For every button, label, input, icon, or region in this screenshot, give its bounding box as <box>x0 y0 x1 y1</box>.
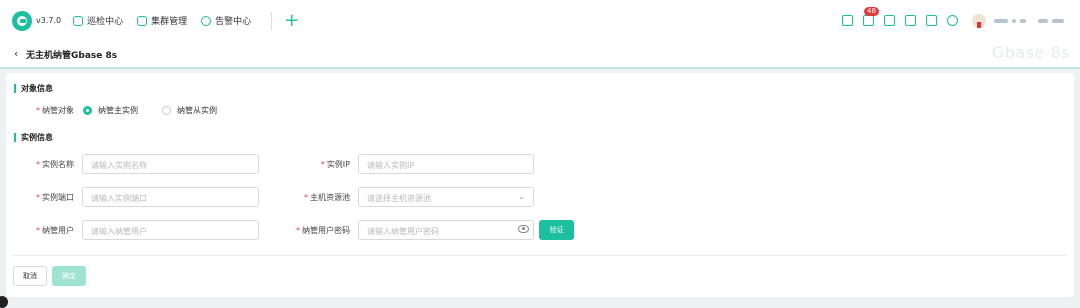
page-watermark: Gbase 8s <box>991 43 1070 62</box>
cancel-button[interactable]: 取消 <box>13 266 47 286</box>
nav-item-label: 巡检中心 <box>87 17 124 27</box>
nav-item-cluster[interactable]: 集群管理 <box>137 14 187 27</box>
footer-divider <box>12 255 1066 256</box>
plus-icon[interactable]: + <box>271 11 299 30</box>
verify-button[interactable]: 验证 <box>539 220 574 240</box>
host-pool-placeholder: 请选择主机资源池 <box>367 194 431 203</box>
notification-badge: 48 <box>864 7 879 16</box>
manage-pwd-input[interactable]: 请输入纳管用户密码 <box>358 220 534 240</box>
nav-item-inspection[interactable]: 巡检中心 <box>73 14 123 27</box>
message-icon[interactable] <box>905 15 916 26</box>
instance-ip-input[interactable]: 请输入实例IP <box>358 154 534 174</box>
nav-item-label: 集群管理 <box>151 17 188 27</box>
radio-primary-instance[interactable] <box>83 106 92 115</box>
monitor-icon[interactable] <box>926 15 937 26</box>
instance-ip-label: * 实例IP <box>320 160 350 169</box>
form-card: 对象信息 * 纳管对象 纳管主实例 纳管从实例 实例信息 * 实例名称 请输入实例名… <box>6 73 1074 297</box>
confirm-button[interactable]: 确定 <box>52 266 86 286</box>
chevron-down-icon: ⌄ <box>518 192 525 201</box>
page-title: 无主机纳管Gbase 8s <box>26 51 118 61</box>
clipboard-icon[interactable] <box>884 15 895 26</box>
manage-user-input[interactable]: 请输入纳管用户 <box>82 220 259 240</box>
manage-user-label: * 纳管用户 <box>36 226 74 235</box>
page-header: ‹ 无主机纳管Gbase 8s Gbase 8s <box>0 41 1080 68</box>
alarm-icon <box>201 15 212 26</box>
host-pool-label: * 主机资源池 <box>304 193 350 202</box>
radio-secondary-instance[interactable] <box>162 106 171 115</box>
cluster-icon <box>137 15 148 26</box>
gear-icon[interactable] <box>947 15 958 26</box>
inspection-icon <box>73 15 84 26</box>
eye-icon[interactable] <box>518 225 529 233</box>
manage-pwd-placeholder: 请输入纳管用户密码 <box>367 227 439 236</box>
user-menu[interactable] <box>994 18 1068 23</box>
section-title-object: 对象信息 <box>14 84 53 93</box>
version-label: v3.7.0 <box>36 16 62 25</box>
nav-item-alarm[interactable]: 告警中心 <box>201 14 251 27</box>
instance-port-label: * 实例端口 <box>36 193 74 202</box>
header-actions: 48 <box>832 0 1080 41</box>
back-icon[interactable]: ‹ <box>14 47 18 60</box>
manage-pwd-label: * 纳管用户密码 <box>296 226 350 235</box>
avatar[interactable] <box>972 13 986 28</box>
top-navbar: v3.7.0 巡检中心 集群管理 告警中心 + 48 <box>0 0 1080 41</box>
radio-label-secondary[interactable]: 纳管从实例 <box>177 105 217 116</box>
header-divider <box>0 67 1080 69</box>
main-nav: 巡检中心 集群管理 告警中心 + <box>73 11 299 30</box>
notification-icon[interactable]: 48 <box>863 7 879 26</box>
radio-label-primary[interactable]: 纳管主实例 <box>98 105 138 116</box>
logo-icon <box>12 10 32 31</box>
instance-port-input[interactable]: 请输入实例端口 <box>82 187 259 207</box>
host-pool-select[interactable]: 请选择主机资源池 ⌄ <box>358 187 534 207</box>
brand[interactable]: v3.7.0 <box>12 10 62 31</box>
floating-helper-icon[interactable] <box>0 296 8 308</box>
document-icon[interactable] <box>842 15 853 26</box>
nav-item-label: 告警中心 <box>215 17 252 27</box>
target-label: * 纳管对象 <box>36 106 74 115</box>
section-title-instance: 实例信息 <box>14 133 53 142</box>
instance-name-label: * 实例名称 <box>36 160 74 169</box>
instance-name-input[interactable]: 请输入实例名称 <box>82 154 259 174</box>
